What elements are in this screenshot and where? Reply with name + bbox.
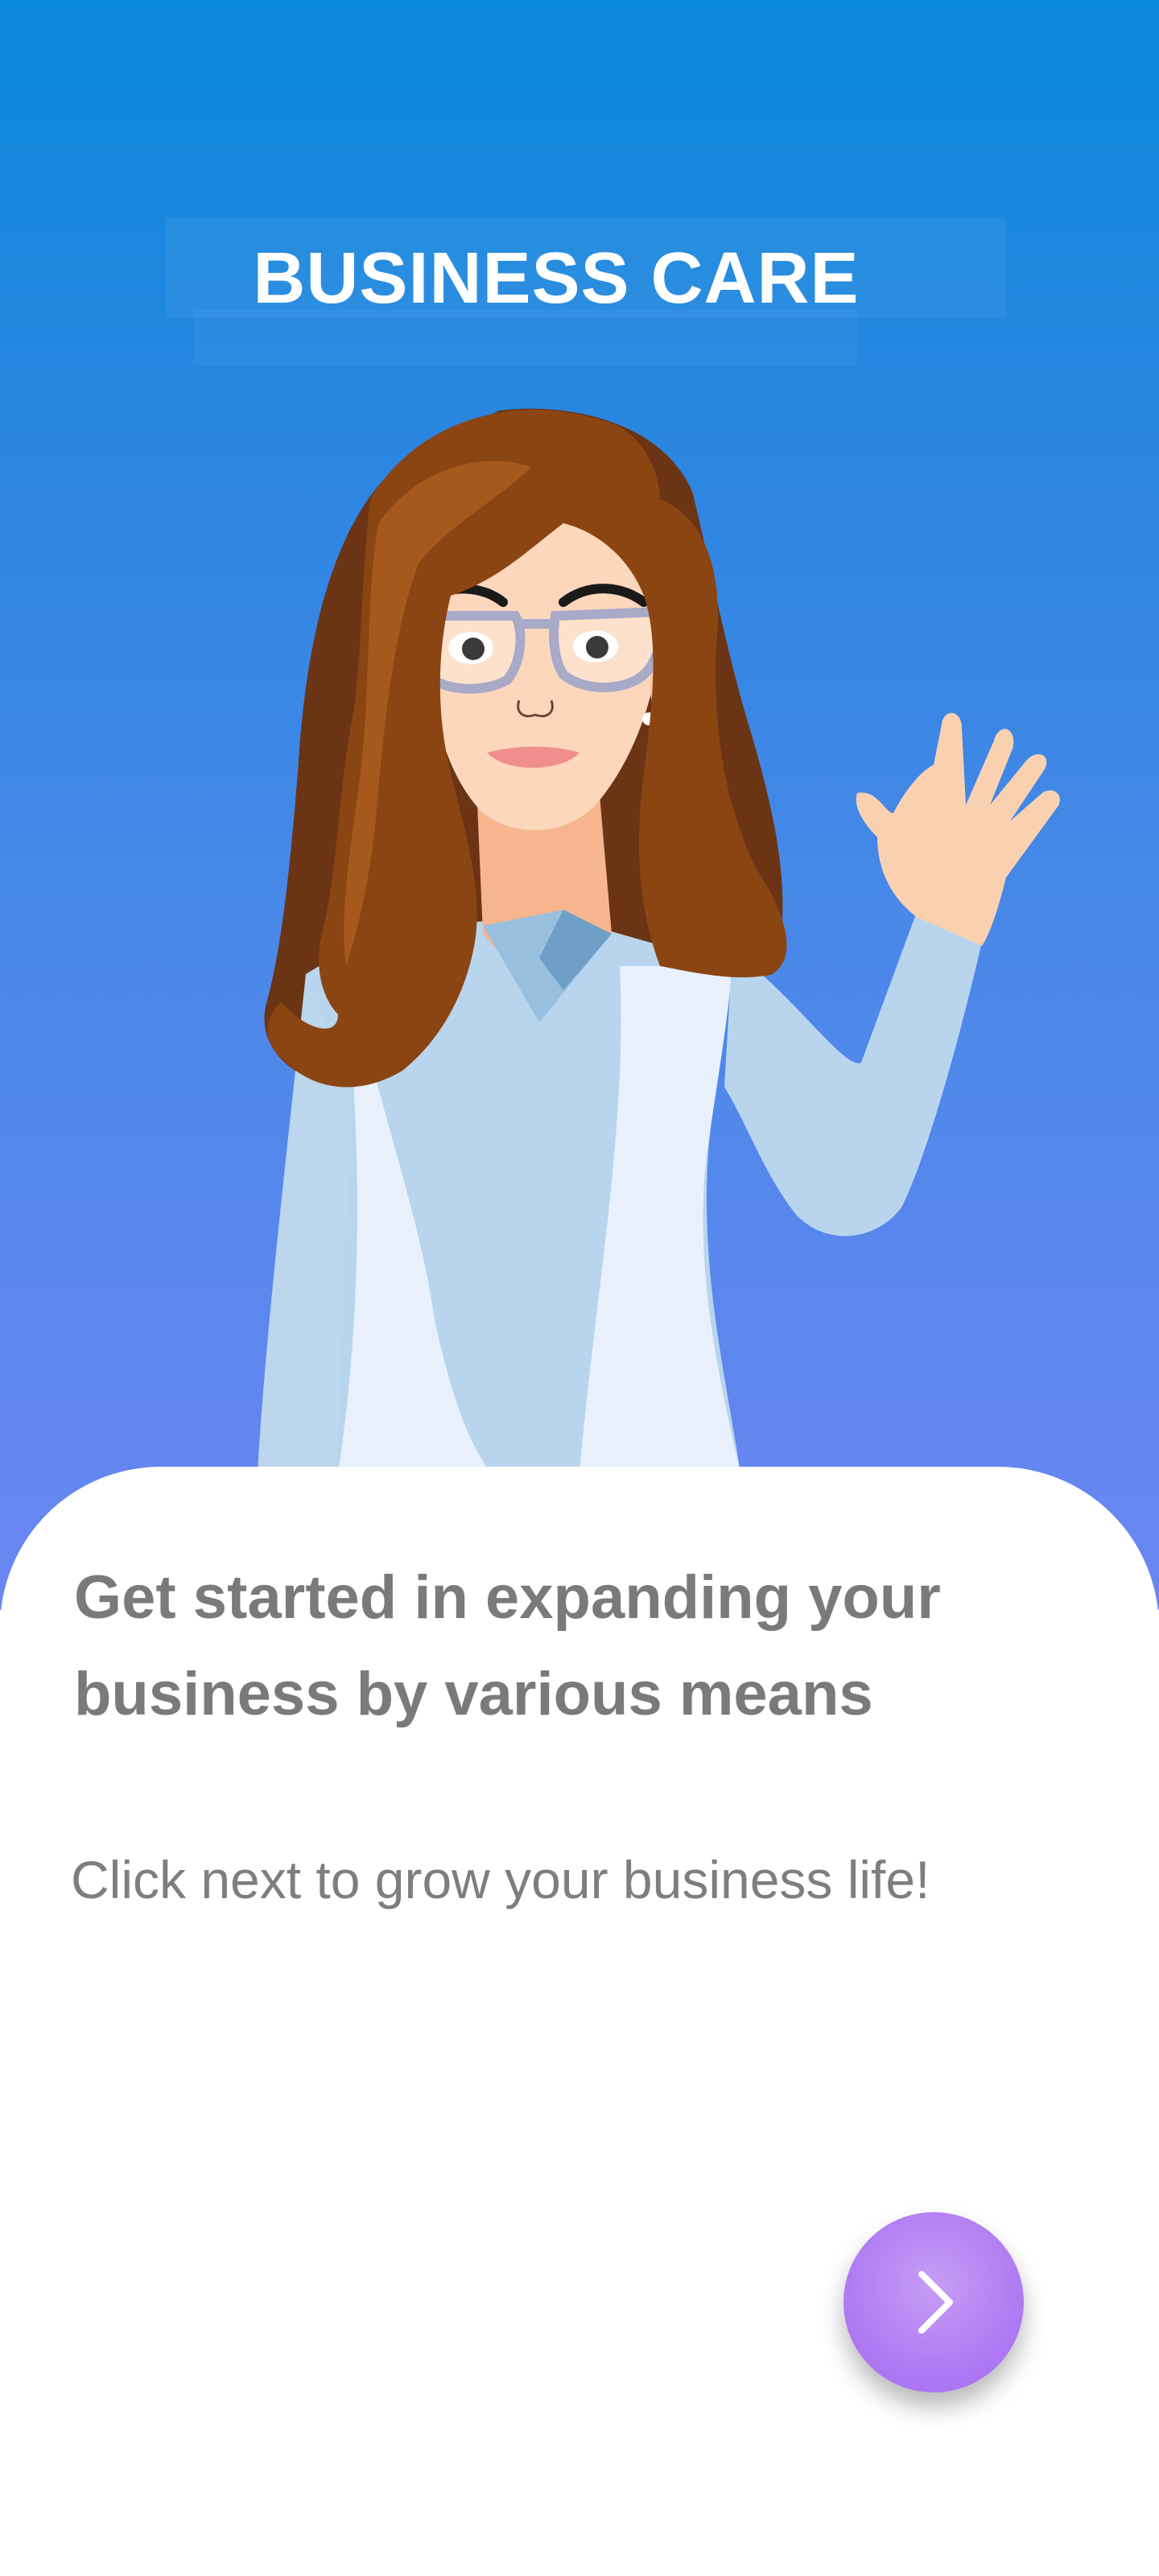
businesswoman-illustration xyxy=(258,408,1060,1473)
next-button[interactable] xyxy=(843,2212,1024,2392)
waving-hand xyxy=(856,712,1060,946)
chevron-right-icon xyxy=(918,2271,953,2334)
onboarding-subtext: Click next to grow your business life! xyxy=(71,1850,930,1909)
left-pupil xyxy=(462,638,485,660)
onboarding-headline: Get started in expanding your business b… xyxy=(74,1563,941,1728)
right-pupil xyxy=(586,636,608,658)
hero-section: BUSINESS CARE xyxy=(0,0,1159,1610)
